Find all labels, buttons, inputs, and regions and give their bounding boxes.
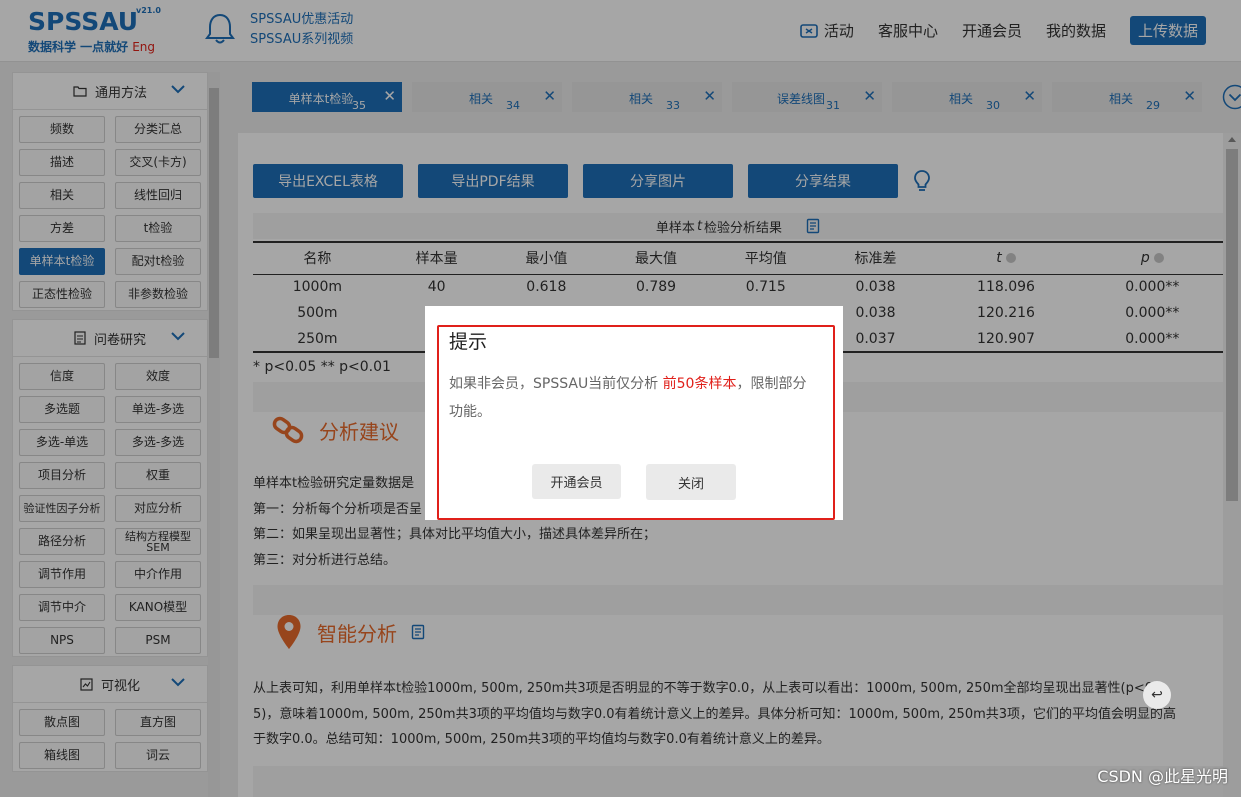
watermark: CSDN @此星光明 — [1097, 767, 1228, 786]
modal-title: 提示 — [449, 331, 488, 353]
open-membership-button[interactable]: 开通会员 — [532, 464, 621, 499]
notice-modal: 提示 如果非会员，SPSSAU当前仅分析 前50条样本，限制部分功能。 开通会员… — [425, 306, 843, 520]
msg-text: 如果非会员，SPSSAU当前仅分析 — [449, 376, 663, 392]
modal-message: 如果非会员，SPSSAU当前仅分析 前50条样本，限制部分功能。 — [449, 370, 819, 426]
msg-highlight: 前50条样本 — [662, 376, 737, 392]
close-button[interactable]: 关闭 — [646, 464, 736, 500]
undo-icon[interactable]: ↩ — [1143, 681, 1171, 709]
